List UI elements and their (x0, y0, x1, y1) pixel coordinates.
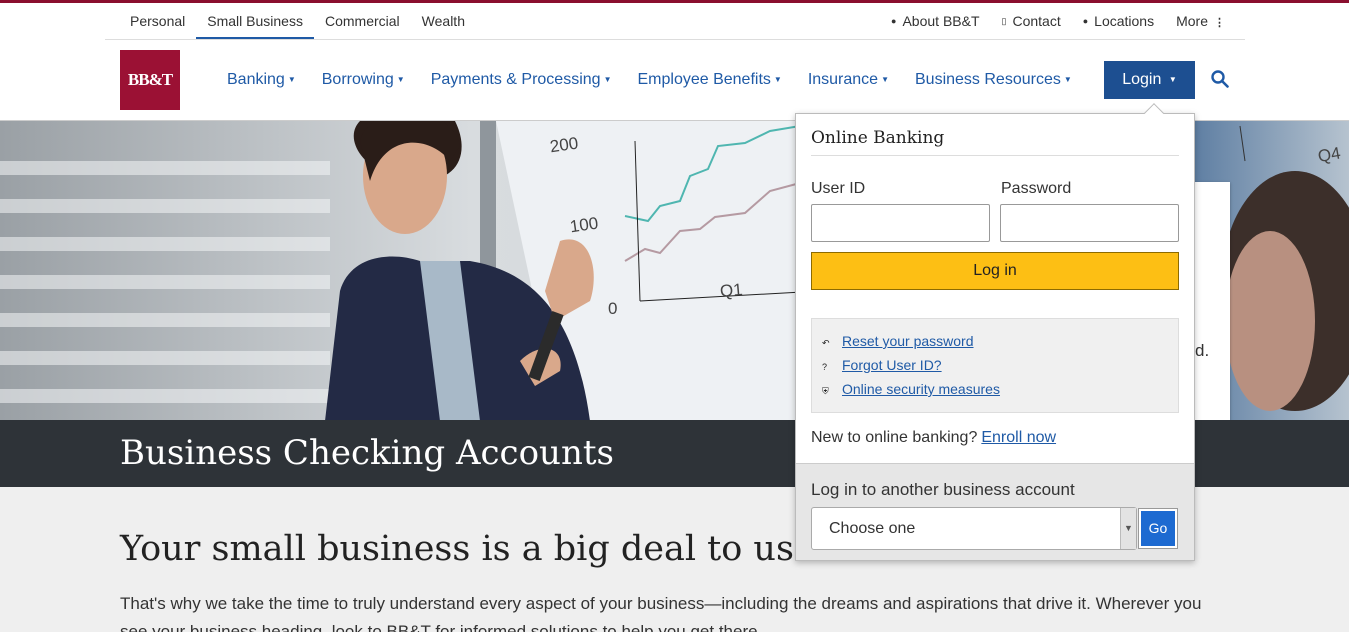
chart-quarter-q1: Q1 (719, 280, 743, 301)
about-link-label: About BB&T (902, 13, 980, 29)
more-vertical-icon: ⋮ (1214, 17, 1225, 29)
divider (811, 155, 1179, 156)
nav-banking[interactable]: Banking ▼ (214, 64, 309, 96)
online-banking-title: Online Banking (811, 128, 945, 148)
segment-tab-commercial[interactable]: Commercial (314, 3, 411, 39)
main-nav: Banking ▼ Borrowing ▼ Payments & Processin… (214, 64, 1085, 96)
help-links-box: ↶ Reset your password ? Forgot User ID? ⛨ O… (811, 318, 1179, 413)
about-link[interactable]: ● About BB&T (891, 3, 979, 39)
security-measures-item: ⛨ Online security measures (822, 381, 1000, 397)
section-paragraph: That's why we take the time to truly und… (120, 594, 1202, 632)
password-label: Password (1001, 180, 1072, 197)
go-button[interactable]: Go (1138, 508, 1178, 549)
user-id-input[interactable] (811, 204, 990, 242)
caret-down-icon: ▼ (1063, 75, 1072, 84)
enroll-now-link[interactable]: Enroll now (981, 429, 1056, 446)
search-icon[interactable] (1211, 70, 1229, 88)
nav-employee-benefits[interactable]: Employee Benefits ▼ (624, 64, 794, 96)
hero-promo-card-text: d. (1195, 341, 1210, 360)
caret-down-icon: ▼ (773, 75, 782, 84)
nav-employee-benefits-label: Employee Benefits (637, 71, 771, 88)
forgot-user-id-item: ? Forgot User ID? (822, 357, 942, 373)
security-measures-link[interactable]: Online security measures (842, 381, 1000, 397)
bbt-logo[interactable]: BB&T (120, 50, 180, 110)
question-icon: ? (822, 362, 828, 372)
person-icon: ● (891, 16, 897, 26)
log-in-button[interactable]: Log in (811, 252, 1179, 290)
nav-payments-label: Payments & Processing (430, 71, 601, 88)
caret-down-icon: ▼ (396, 75, 405, 84)
shield-icon: ⛨ (822, 386, 829, 396)
page-title: Business Checking Accounts (120, 433, 614, 473)
utility-bar: Personal Small Business Commercial Wealt… (105, 3, 1245, 40)
reset-icon: ↶ (822, 338, 830, 348)
reset-password-link[interactable]: Reset your password (842, 333, 974, 349)
segment-tab-small-business[interactable]: Small Business (196, 3, 314, 39)
forgot-user-id-link[interactable]: Forgot User ID? (842, 357, 942, 373)
enroll-prompt-text: New to online banking? (811, 429, 978, 446)
caret-down-icon: ▼ (881, 75, 889, 84)
nav-payments-processing[interactable]: Payments & Processing ▼ (418, 64, 625, 96)
enroll-prompt: New to online banking? Enroll now (811, 429, 1056, 447)
chart-tick-100: 100 (569, 214, 600, 237)
segment-tabs: Personal Small Business Commercial Wealt… (119, 3, 476, 39)
account-select[interactable]: Choose one ▼ (811, 507, 1137, 550)
caret-down-icon: ▼ (287, 75, 296, 84)
nav-borrowing[interactable]: Borrowing ▼ (309, 64, 418, 96)
location-pin-icon: ● (1082, 16, 1089, 26)
nav-banking-label: Banking (227, 71, 285, 88)
account-select-value: Choose one (829, 520, 916, 537)
more-link[interactable]: More ⋮ (1176, 3, 1225, 39)
hero-promo-card (1194, 182, 1230, 436)
segment-tab-personal[interactable]: Personal (119, 3, 196, 39)
nav-insurance[interactable]: Insurance ▼ (795, 64, 902, 96)
nav-borrowing-label: Borrowing (321, 71, 394, 88)
more-link-label: More (1176, 13, 1208, 29)
other-account-section: Log in to another business account Choos… (796, 463, 1194, 560)
caret-down-icon: ▼ (603, 75, 612, 84)
contact-link[interactable]: ▯ Contact (1002, 3, 1061, 39)
chart-tick-0: 0 (608, 299, 617, 318)
nav-business-resources[interactable]: Business Resources ▼ (902, 64, 1085, 96)
locations-link-label: Locations (1094, 13, 1155, 29)
other-account-title: Log in to another business account (811, 480, 1075, 499)
nav-insurance-label: Insurance (807, 71, 879, 88)
chevron-down-icon: ▼ (1120, 508, 1136, 549)
utility-links: ● About BB&T ▯ Contact ● Locations More ⋮ (869, 3, 1225, 39)
segment-tab-wealth[interactable]: Wealth (411, 3, 476, 39)
nav-business-resources-label: Business Resources (915, 71, 1061, 88)
locations-link[interactable]: ● Locations (1083, 3, 1154, 39)
contact-link-label: Contact (1012, 13, 1061, 29)
login-button[interactable]: Login ▼ (1104, 61, 1195, 99)
section-heading: Your small business is a big deal to us (120, 529, 794, 569)
online-banking-dropdown: Online Banking User ID Password Log in ↶… (795, 113, 1195, 561)
login-button-label: Login (1122, 71, 1162, 88)
user-id-label: User ID (811, 180, 866, 197)
caret-down-icon: ▼ (1168, 75, 1177, 84)
chart-quarter-q4: Q4 (1316, 143, 1342, 166)
reset-password-item: ↶ Reset your password (822, 333, 974, 349)
phone-icon: ▯ (1001, 16, 1007, 26)
password-input[interactable] (1000, 204, 1179, 242)
chart-tick-200: 200 (549, 134, 580, 157)
